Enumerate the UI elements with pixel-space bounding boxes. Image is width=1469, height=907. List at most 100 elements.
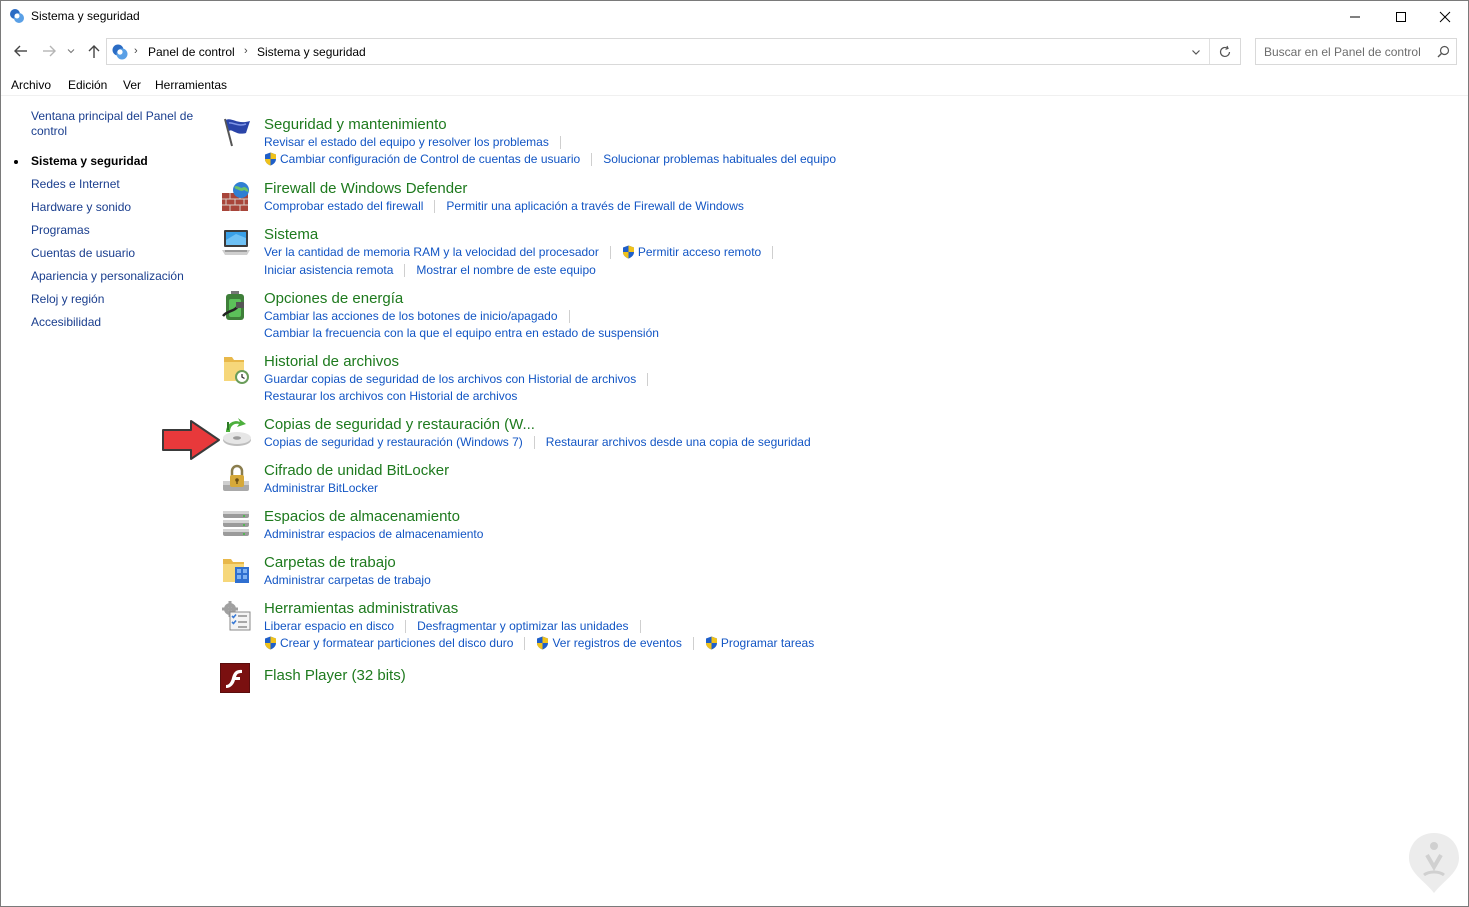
sidebar-item-system-security[interactable]: Sistema y seguridad (14, 154, 148, 169)
task-link[interactable]: Cambiar la frecuencia con la que el equi… (264, 326, 659, 340)
link-separator (533, 435, 535, 449)
annotation-arrow-icon (162, 420, 220, 460)
category-tasks: Cambiar la frecuencia con la que el equi… (264, 326, 659, 340)
refresh-icon (1219, 45, 1231, 57)
close-button[interactable] (1422, 1, 1468, 32)
category-title-bitlocker[interactable]: Cifrado de unidad BitLocker (264, 462, 449, 479)
search-box[interactable] (1255, 38, 1457, 65)
current-page-bullet (14, 160, 18, 164)
close-icon (1439, 11, 1451, 22)
category-tasks: Cambiar configuración de Control de cuen… (264, 152, 836, 166)
uac-shield-icon (705, 636, 717, 650)
menu-archivo[interactable]: Archivo (11, 78, 51, 92)
task-link[interactable]: Restaurar archivos desde una copia de se… (546, 435, 811, 449)
file-history-icon[interactable] (220, 353, 252, 385)
category-tasks: Guardar copias de seguridad de los archi… (264, 372, 659, 386)
category-title-backup-restore[interactable]: Copias de seguridad y restauración (W... (264, 416, 535, 433)
sidebar-item-user-accounts[interactable]: Cuentas de usuario (31, 246, 135, 261)
minimize-button[interactable] (1332, 1, 1378, 32)
work-folders-icon[interactable] (220, 554, 252, 586)
task-link[interactable]: Comprobar estado del firewall (264, 199, 423, 213)
link-separator (639, 619, 641, 633)
task-link[interactable]: Mostrar el nombre de este equipo (416, 263, 595, 277)
sidebar-item-appearance[interactable]: Apariencia y personalización (31, 269, 184, 284)
category-title-security-maintenance[interactable]: Seguridad y mantenimiento (264, 116, 447, 133)
arrow-up-icon (88, 45, 100, 58)
firewall-icon[interactable] (220, 181, 252, 213)
task-link[interactable]: Crear y formatear particiones del disco … (264, 636, 513, 650)
category-title-work-folders[interactable]: Carpetas de trabajo (264, 554, 396, 571)
category-title-firewall[interactable]: Firewall de Windows Defender (264, 180, 467, 197)
sidebar-item-network[interactable]: Redes e Internet (31, 177, 120, 192)
menu-bar: Archivo Edición Ver Herramientas (1, 75, 1468, 96)
back-button[interactable] (11, 41, 31, 61)
category-tasks: Cambiar las acciones de los botones de i… (264, 309, 581, 323)
category-tasks: Administrar carpetas de trabajo (264, 573, 431, 587)
sidebar-item-control-panel-home[interactable]: Ventana principal del Panel de control (31, 109, 193, 139)
task-link[interactable]: Liberar espacio en disco (264, 619, 394, 633)
refresh-button[interactable] (1209, 39, 1240, 64)
category-title-power-options[interactable]: Opciones de energía (264, 290, 403, 307)
chevron-down-icon (1192, 49, 1200, 55)
address-dropdown-button[interactable] (1184, 39, 1208, 64)
category-title-flash-player[interactable]: Flash Player (32 bits) (264, 667, 406, 684)
task-link[interactable]: Cambiar las acciones de los botones de i… (264, 309, 558, 323)
task-link[interactable]: Permitir una aplicación a través de Fire… (446, 199, 743, 213)
uac-shield-icon (537, 636, 549, 650)
category-title-file-history[interactable]: Historial de archivos (264, 353, 399, 370)
task-link[interactable]: Copias de seguridad y restauración (Wind… (264, 435, 523, 449)
up-button[interactable] (84, 41, 104, 61)
link-separator (692, 636, 694, 650)
category-tasks: Crear y formatear particiones del disco … (264, 636, 814, 650)
category-tasks: Ver la cantidad de memoria RAM y la velo… (264, 245, 784, 259)
link-separator (524, 636, 526, 650)
task-link[interactable]: Permitir acceso remoto (622, 245, 761, 259)
task-link[interactable]: Administrar BitLocker (264, 481, 378, 495)
uac-shield-icon (622, 245, 634, 259)
menu-edicion[interactable]: Edición (68, 78, 107, 92)
search-input[interactable] (1256, 39, 1434, 64)
arrow-left-icon (14, 45, 27, 57)
control-panel-icon (9, 8, 25, 24)
menu-ver[interactable]: Ver (123, 78, 141, 92)
breadcrumb-control-panel[interactable]: Panel de control (148, 45, 235, 59)
category-title-system[interactable]: Sistema (264, 226, 318, 243)
task-link[interactable]: Administrar carpetas de trabajo (264, 573, 431, 587)
sidebar-item-clock-region[interactable]: Reloj y región (31, 292, 104, 307)
computer-icon[interactable] (220, 226, 252, 258)
maximize-button[interactable] (1378, 1, 1424, 32)
task-link[interactable]: Restaurar los archivos con Historial de … (264, 389, 517, 403)
watermark-logo-icon (1409, 833, 1459, 893)
forward-button[interactable] (39, 41, 59, 61)
bitlocker-icon[interactable] (220, 463, 252, 495)
sidebar-item-hardware-sound[interactable]: Hardware y sonido (31, 200, 131, 215)
flag-icon[interactable] (220, 116, 252, 148)
search-icon[interactable] (1437, 45, 1450, 63)
sidebar-item-programs[interactable]: Programas (31, 223, 90, 238)
flash-icon[interactable] (220, 663, 250, 693)
admin-tools-icon[interactable] (220, 600, 252, 632)
task-link[interactable]: Iniciar asistencia remota (264, 263, 393, 277)
category-title-admin-tools[interactable]: Herramientas administrativas (264, 600, 458, 617)
task-link[interactable]: Cambiar configuración de Control de cuen… (264, 152, 580, 166)
task-link[interactable]: Revisar el estado del equipo y resolver … (264, 135, 549, 149)
category-title-storage-spaces[interactable]: Espacios de almacenamiento (264, 508, 460, 525)
recent-locations-button[interactable] (64, 41, 78, 61)
task-link[interactable]: Administrar espacios de almacenamiento (264, 527, 483, 541)
storage-spaces-icon[interactable] (220, 508, 252, 540)
task-link[interactable]: Desfragmentar y optimizar las unidades (417, 619, 628, 633)
task-link[interactable]: Solucionar problemas habituales del equi… (603, 152, 836, 166)
task-link[interactable]: Ver registros de eventos (536, 636, 682, 650)
window-title: Sistema y seguridad (31, 9, 140, 23)
link-separator (434, 199, 436, 213)
task-link[interactable]: Guardar copias de seguridad de los archi… (264, 372, 636, 386)
menu-herramientas[interactable]: Herramientas (155, 78, 227, 92)
address-bar[interactable]: › Panel de control › Sistema y seguridad (106, 38, 1241, 65)
link-separator (559, 135, 561, 149)
task-link[interactable]: Ver la cantidad de memoria RAM y la velo… (264, 245, 599, 259)
backup-icon[interactable] (220, 416, 252, 448)
sidebar-item-accessibility[interactable]: Accesibilidad (31, 315, 101, 330)
breadcrumb-system-security[interactable]: Sistema y seguridad (257, 45, 366, 59)
battery-icon[interactable] (220, 290, 252, 322)
task-link[interactable]: Programar tareas (705, 636, 814, 650)
